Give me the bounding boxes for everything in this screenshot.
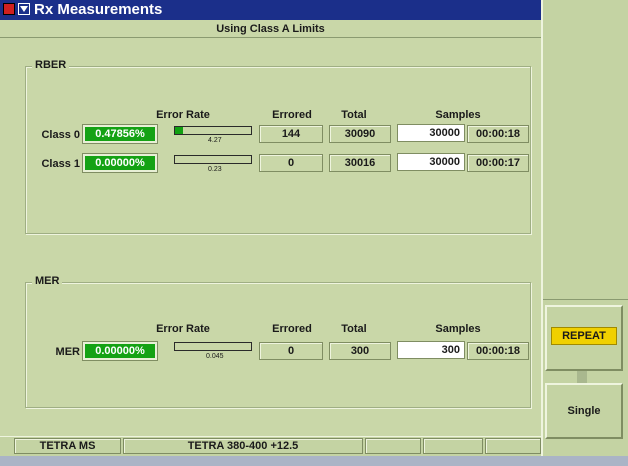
class1-rate-bar-label: 0.23 bbox=[208, 166, 222, 173]
mer-header-samples: Samples bbox=[435, 323, 481, 335]
single-button[interactable]: Single bbox=[545, 383, 623, 439]
class1-rate: 0.00000% bbox=[82, 153, 158, 173]
mer-time: 00:00:18 bbox=[467, 342, 529, 360]
rber-group bbox=[25, 66, 531, 234]
mer-rate: 0.00000% bbox=[82, 341, 158, 361]
class1-samples-input[interactable]: 30000 bbox=[397, 153, 465, 171]
mer-samples-input[interactable]: 300 bbox=[397, 341, 465, 359]
class1-total: 30016 bbox=[329, 154, 391, 172]
softkey-panel-top bbox=[543, 0, 628, 300]
status-band: TETRA 380-400 +12.5 bbox=[123, 438, 363, 454]
mer-rate-bar-label: 0.045 bbox=[206, 353, 224, 360]
bottom-strip bbox=[0, 456, 628, 466]
status-cell-5 bbox=[485, 438, 541, 454]
class0-rate: 0.47856% bbox=[82, 124, 158, 144]
rber-header-total: Total bbox=[341, 109, 367, 121]
mer-header-total: Total bbox=[341, 323, 367, 335]
rber-header-samples: Samples bbox=[435, 109, 481, 121]
class1-errored: 0 bbox=[259, 154, 323, 172]
class0-rate-bar-label: 4.27 bbox=[208, 137, 222, 144]
mer-rate-bar bbox=[174, 342, 252, 351]
status-cell-3 bbox=[365, 438, 421, 454]
rber-group-label: RBER bbox=[32, 59, 70, 71]
menu-icon[interactable] bbox=[18, 3, 30, 15]
window-title: Rx Measurements bbox=[34, 1, 163, 18]
mer-errored: 0 bbox=[259, 342, 323, 360]
mer-group-label: MER bbox=[32, 275, 63, 287]
rber-header-error-rate: Error Rate bbox=[156, 109, 210, 121]
class0-errored: 144 bbox=[259, 125, 323, 143]
class0-rate-bar-fill bbox=[175, 127, 184, 134]
status-cell-4 bbox=[423, 438, 483, 454]
rber-header-errored: Errored bbox=[272, 109, 312, 121]
class0-samples-input[interactable]: 30000 bbox=[397, 124, 465, 142]
class0-label: Class 0 bbox=[41, 129, 80, 141]
mer-total: 300 bbox=[329, 342, 391, 360]
mer-header-errored: Errored bbox=[272, 323, 312, 335]
close-icon[interactable] bbox=[3, 3, 15, 15]
class1-rate-bar bbox=[174, 155, 252, 164]
class0-total: 30090 bbox=[329, 125, 391, 143]
class0-rate-bar bbox=[174, 126, 252, 135]
limits-subtitle: Using Class A Limits bbox=[0, 20, 541, 38]
mer-header-error-rate: Error Rate bbox=[156, 323, 210, 335]
repeat-label: REPEAT bbox=[551, 327, 617, 345]
class1-label: Class 1 bbox=[41, 158, 80, 170]
class1-time: 00:00:17 bbox=[467, 154, 529, 172]
softkey-link bbox=[577, 371, 587, 383]
status-mode: TETRA MS bbox=[14, 438, 121, 454]
mer-label: MER bbox=[55, 346, 80, 358]
repeat-button[interactable]: REPEAT bbox=[545, 305, 623, 371]
class0-time: 00:00:18 bbox=[467, 125, 529, 143]
